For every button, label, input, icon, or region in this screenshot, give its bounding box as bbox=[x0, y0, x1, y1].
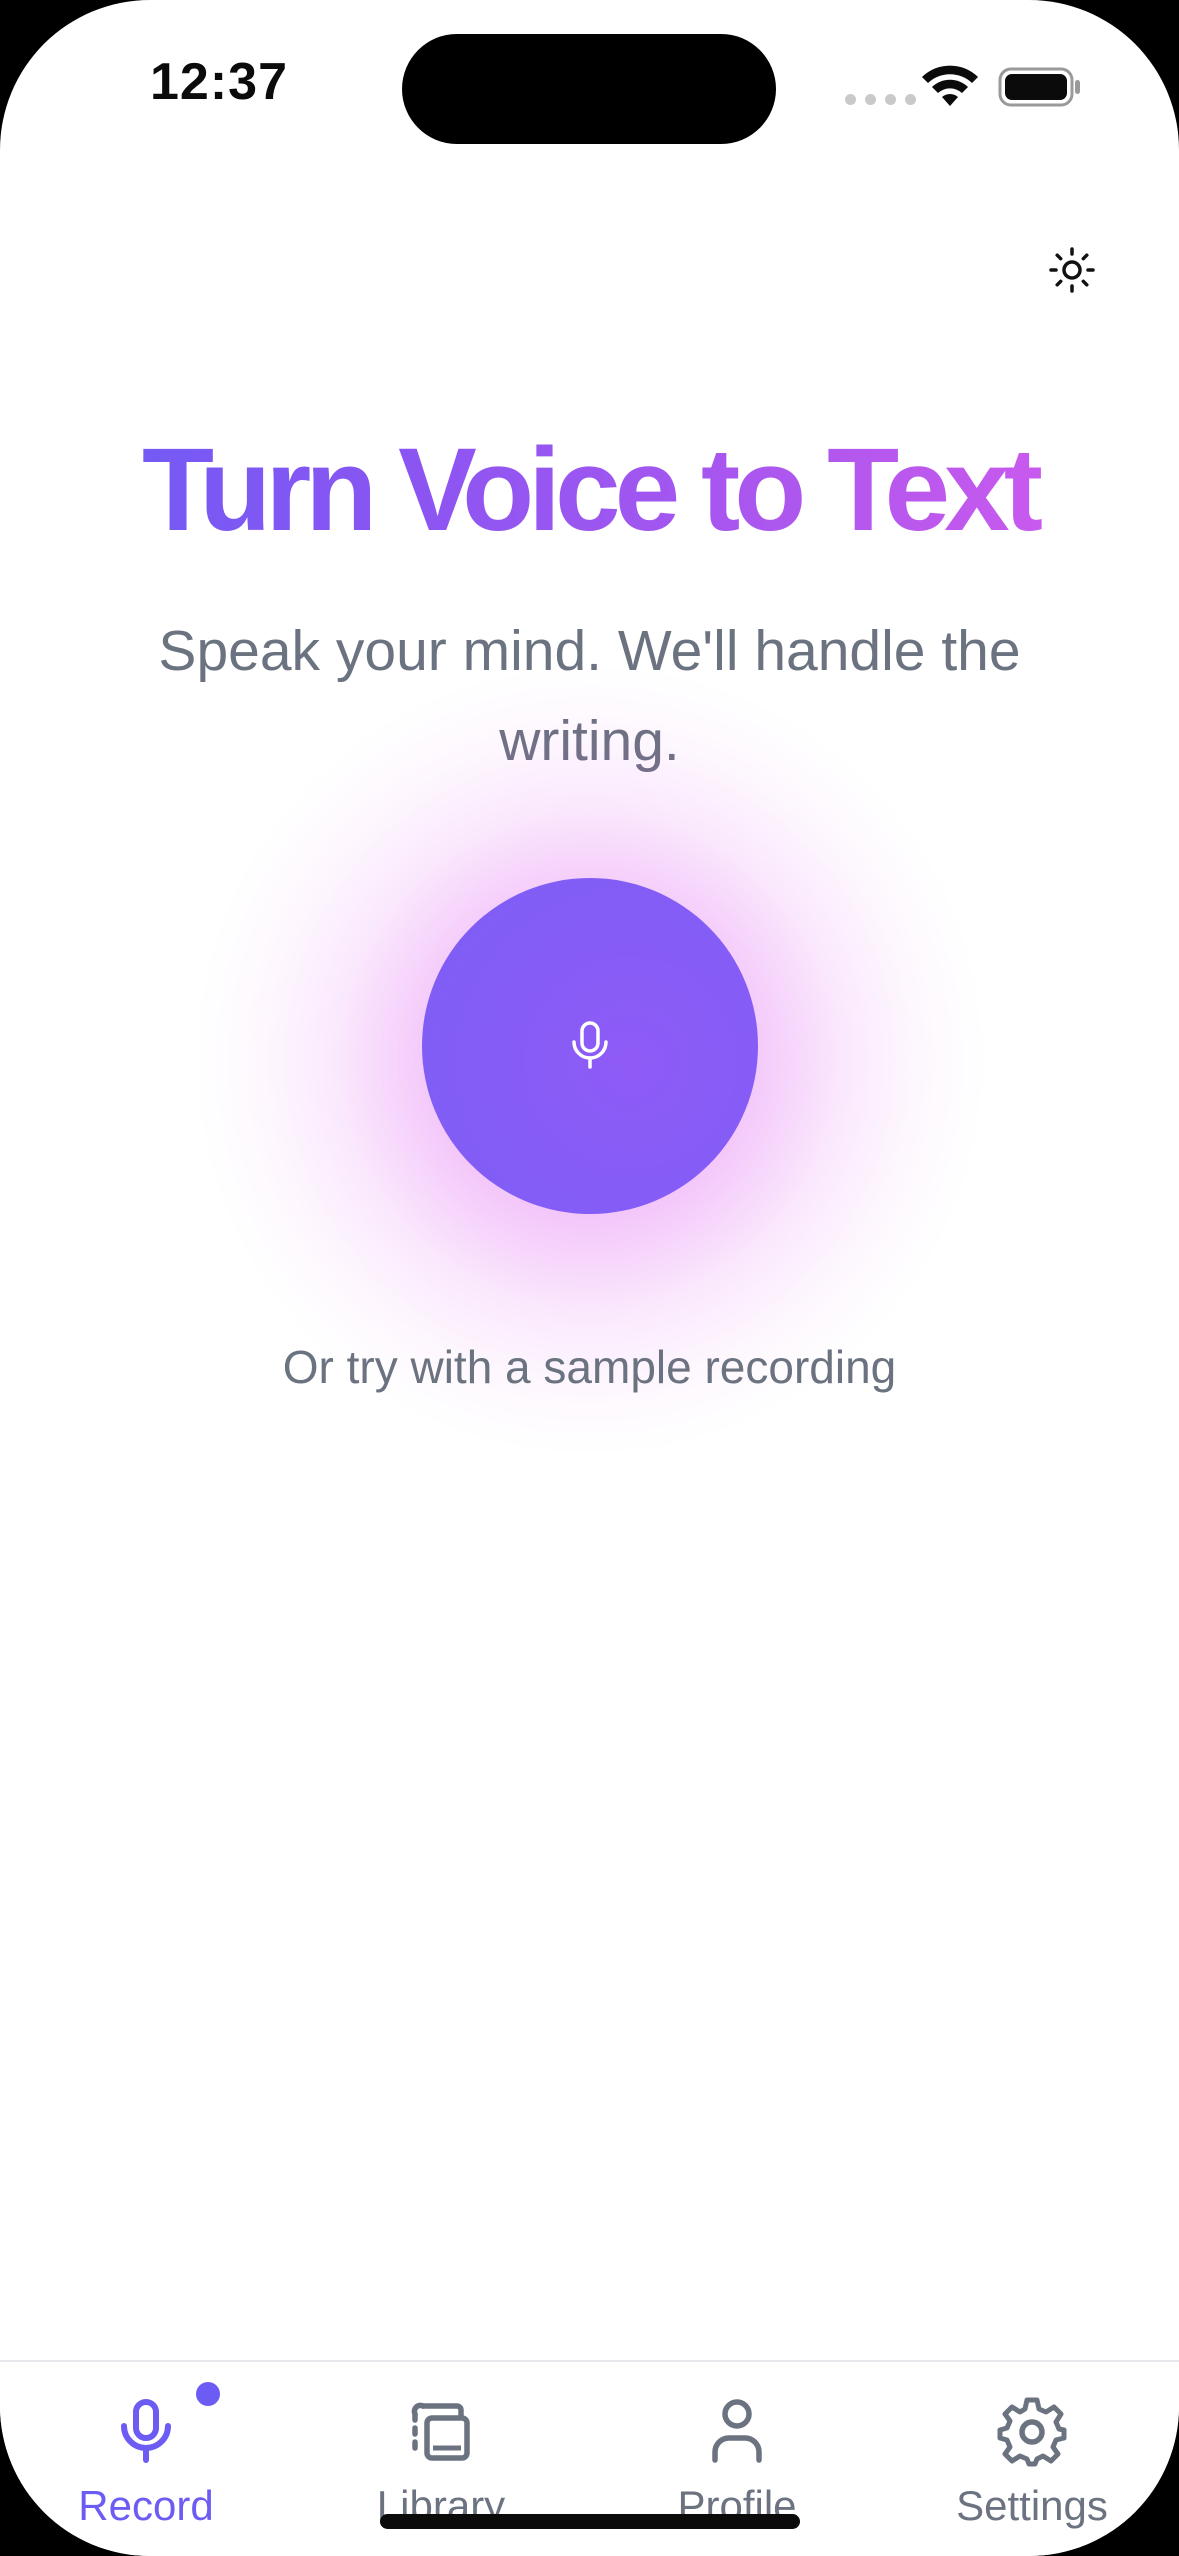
active-indicator-dot bbox=[196, 2382, 220, 2406]
page-title: Turn Voice to Text bbox=[0, 420, 1179, 560]
tab-label: Record bbox=[78, 2482, 214, 2529]
app-screen: 12:37 Turn Voice to Text Speak your mind… bbox=[0, 0, 1179, 2556]
sample-recording-link[interactable]: Or try with a sample recording bbox=[0, 1340, 1179, 1394]
home-indicator bbox=[380, 2514, 800, 2529]
cellular-signal-icon bbox=[845, 94, 916, 105]
tab-settings[interactable]: Settings bbox=[912, 2362, 1152, 2556]
status-time: 12:37 bbox=[150, 53, 288, 111]
person-icon bbox=[712, 2399, 762, 2463]
tab-record[interactable]: Record bbox=[26, 2362, 266, 2556]
record-button[interactable] bbox=[422, 878, 758, 1214]
sun-icon bbox=[1049, 247, 1095, 293]
dynamic-island bbox=[402, 34, 776, 144]
theme-toggle-button[interactable] bbox=[1044, 242, 1100, 298]
library-icon bbox=[411, 2402, 470, 2461]
device-frame: 12:37 Turn Voice to Text Speak your mind… bbox=[0, 0, 1179, 2556]
gear-icon bbox=[997, 2397, 1067, 2467]
microphone-icon bbox=[572, 1021, 608, 1069]
microphone-icon bbox=[121, 2399, 171, 2463]
wifi-icon bbox=[922, 65, 978, 106]
tab-label: Settings bbox=[956, 2482, 1108, 2529]
battery-icon bbox=[998, 67, 1080, 107]
